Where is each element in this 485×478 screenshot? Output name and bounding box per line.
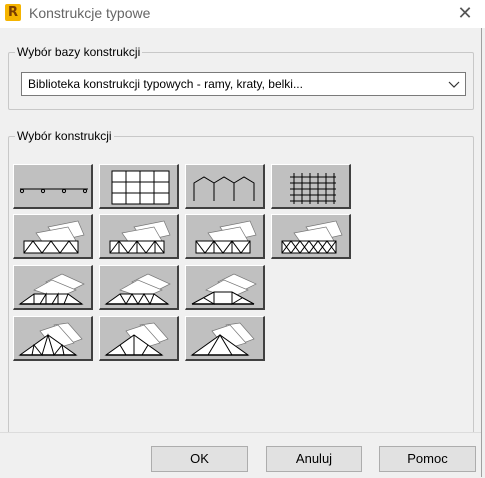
tile-truss-triangular-1[interactable] [13,316,93,361]
tile-continuous-beam[interactable] [13,164,93,209]
truss-3d-parallel-1-icon [23,220,85,254]
help-button[interactable]: Pomoc [379,446,476,472]
truss-3d-trapezoid-3-icon [191,273,257,305]
window-border [481,28,482,477]
tile-truss-triangular-2[interactable] [99,316,179,361]
truss-3d-triangular-2-icon [104,322,169,356]
window-title: Konstrukcje typowe [29,5,151,21]
tile-multi-bay-portal[interactable] [185,164,265,209]
tile-truss-trapezoid-3[interactable] [185,265,265,310]
tile-frame-grid[interactable] [99,164,179,209]
construction-base-dropdown[interactable]: Biblioteka konstrukcji typowych - ramy, … [21,72,466,96]
structure-selection-label: Wybór konstrukcji [15,129,114,143]
chevron-down-icon [448,81,460,88]
tile-truss-triangular-3[interactable] [185,316,265,361]
ok-button[interactable]: OK [151,446,248,472]
truss-3d-triangular-3-icon [190,322,255,356]
continuous-beam-icon [19,188,88,194]
truss-3d-parallel-3-icon [195,220,257,254]
truss-3d-parallel-2-icon [109,220,171,254]
tile-truss-parallel-3[interactable] [185,214,265,259]
grillage-icon [290,173,336,204]
base-selection-label: Wybór bazy konstrukcji [15,45,143,59]
multi-bay-portal-icon [193,176,255,201]
truss-3d-triangular-1-icon [18,322,83,357]
tile-truss-trapezoid-2[interactable] [99,265,179,310]
cancel-button[interactable]: Anuluj [266,446,362,472]
truss-3d-trapezoid-1-icon [18,273,85,305]
tile-truss-trapezoid-1[interactable] [13,265,93,310]
tile-grillage[interactable] [271,164,351,209]
tile-truss-parallel-1[interactable] [13,214,93,259]
frame-grid-icon [111,170,170,205]
title-bar: R Konstrukcje typowe ✕ [0,0,485,28]
tile-truss-parallel-2[interactable] [99,214,179,259]
dropdown-value: Biblioteka konstrukcji typowych - ramy, … [28,77,303,91]
truss-3d-trapezoid-2-icon [104,273,171,306]
truss-3d-parallel-4-icon [281,220,343,254]
close-icon[interactable]: ✕ [451,2,479,26]
tile-truss-parallel-4[interactable] [271,214,351,259]
app-icon: R [5,4,21,21]
